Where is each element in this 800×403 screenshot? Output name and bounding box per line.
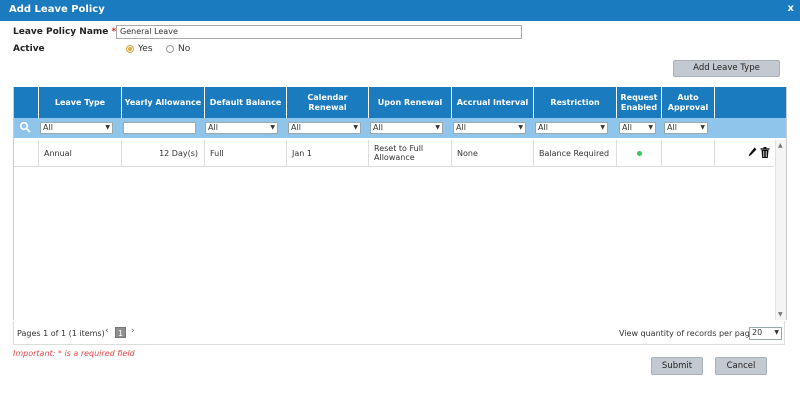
grid-pager: Pages 1 of 1 (1 items) ‹ 1 › View quanti… <box>13 321 785 345</box>
delete-trash-icon[interactable] <box>760 146 770 160</box>
chevron-down-icon: ▼ <box>774 329 779 336</box>
chevron-down-icon: ▼ <box>700 124 705 131</box>
filter-value: All <box>667 123 677 132</box>
filter-value: All <box>456 123 466 132</box>
filter-request-enabled[interactable]: All ▼ <box>619 122 656 134</box>
filter-value: All <box>538 123 548 132</box>
col-calendar-renewal[interactable]: Calendar Renewal <box>286 87 368 118</box>
required-field-note: Important: * is a required field <box>13 349 135 358</box>
col-restriction[interactable]: Restriction <box>533 87 616 118</box>
active-no-radio[interactable]: No <box>166 44 190 54</box>
col-yearly-allowance[interactable]: Yearly Allowance <box>121 87 204 118</box>
records-per-page-select[interactable]: 20 ▼ <box>749 327 782 340</box>
enabled-dot-icon <box>636 150 642 156</box>
filter-leave-type[interactable]: All ▼ <box>40 122 113 134</box>
records-per-page-label: View quantity of records per page <box>619 329 755 338</box>
cell-auto-approval <box>661 140 714 166</box>
cell-yearly-allowance: 12 Day(s) <box>121 140 204 166</box>
records-per-page-value: 20 <box>752 328 763 337</box>
filter-auto-approval[interactable]: All ▼ <box>664 122 708 134</box>
radio-selected-icon <box>126 45 134 53</box>
filter-value: All <box>622 123 632 132</box>
active-no-label: No <box>178 44 191 54</box>
add-leave-type-button[interactable]: Add Leave Type <box>673 60 780 77</box>
grid-header: Leave Type Yearly Allowance Default Bala… <box>14 87 786 118</box>
filter-value: All <box>373 123 383 132</box>
col-leave-type[interactable]: Leave Type <box>38 87 121 118</box>
policy-name-label-text: Leave Policy Name <box>13 27 109 37</box>
scroll-up-icon[interactable]: ▲ <box>778 142 783 149</box>
submit-button[interactable]: Submit <box>651 357 703 375</box>
col-auto-approval[interactable]: Auto Approval <box>661 87 714 118</box>
filter-restriction[interactable]: All ▼ <box>535 122 608 134</box>
active-label: Active <box>13 44 45 54</box>
close-icon[interactable]: x <box>788 3 794 14</box>
chevron-down-icon: ▼ <box>648 124 653 131</box>
cell-upon-renewal: Reset to Full Allowance <box>368 140 451 166</box>
leave-type-grid: Leave Type Yearly Allowance Default Bala… <box>13 87 787 320</box>
current-page-button[interactable]: 1 <box>115 327 126 338</box>
chevron-down-icon: ▼ <box>270 124 275 131</box>
cell-request-enabled <box>616 140 661 166</box>
policy-name-input[interactable]: General Leave <box>116 25 522 39</box>
row-select-cell[interactable] <box>14 140 38 166</box>
chevron-down-icon: ▼ <box>105 124 110 131</box>
chevron-down-icon: ▼ <box>518 124 523 131</box>
cell-calendar-renewal: Jan 1 <box>286 140 368 166</box>
search-icon[interactable] <box>19 121 31 136</box>
cell-default-balance: Full <box>204 140 286 166</box>
prev-page-icon[interactable]: ‹ <box>105 326 109 336</box>
cancel-button[interactable]: Cancel <box>715 357 767 375</box>
grid-filter-row: All ▼ All ▼ All ▼ All ▼ All ▼ All ▼ All ▼ All ▼ <box>14 118 786 138</box>
cell-accrual-interval: None <box>451 140 533 166</box>
dialog-title: Add Leave Policy <box>9 4 105 15</box>
active-yes-radio[interactable]: Yes <box>126 44 153 54</box>
dialog-titlebar: Add Leave Policy x <box>0 0 800 21</box>
chevron-down-icon: ▼ <box>600 124 605 131</box>
scroll-down-icon[interactable]: ▼ <box>778 311 783 318</box>
active-yes-label: Yes <box>138 44 153 54</box>
policy-name-label: Leave Policy Name * <box>13 27 116 37</box>
chevron-down-icon: ▼ <box>435 124 440 131</box>
filter-upon-renewal[interactable]: All ▼ <box>370 122 443 134</box>
edit-pencil-icon[interactable] <box>748 147 757 159</box>
col-default-balance[interactable]: Default Balance <box>204 87 286 118</box>
col-request-enabled[interactable]: Request Enabled <box>616 87 661 118</box>
pager-info: Pages 1 of 1 (1 items) <box>17 329 105 338</box>
filter-accrual-interval[interactable]: All ▼ <box>453 122 526 134</box>
radio-unselected-icon <box>166 45 174 53</box>
filter-calendar-renewal[interactable]: All ▼ <box>288 122 361 134</box>
chevron-down-icon: ▼ <box>353 124 358 131</box>
filter-value: All <box>208 123 218 132</box>
col-actions <box>714 87 786 118</box>
col-upon-renewal[interactable]: Upon Renewal <box>368 87 451 118</box>
filter-default-balance[interactable]: All ▼ <box>205 122 278 134</box>
next-page-icon[interactable]: › <box>131 326 135 336</box>
col-accrual-interval[interactable]: Accrual Interval <box>451 87 533 118</box>
filter-yearly-allowance[interactable] <box>123 122 196 134</box>
table-row[interactable]: Annual 12 Day(s) Full Jan 1 Reset to Ful… <box>14 140 774 167</box>
cell-leave-type: Annual <box>38 140 121 166</box>
filter-value: All <box>43 123 53 132</box>
filter-value: All <box>291 123 301 132</box>
cell-actions <box>714 140 774 166</box>
cell-restriction: Balance Required <box>533 140 616 166</box>
grid-scrollbar[interactable]: ▲ ▼ <box>775 140 786 320</box>
